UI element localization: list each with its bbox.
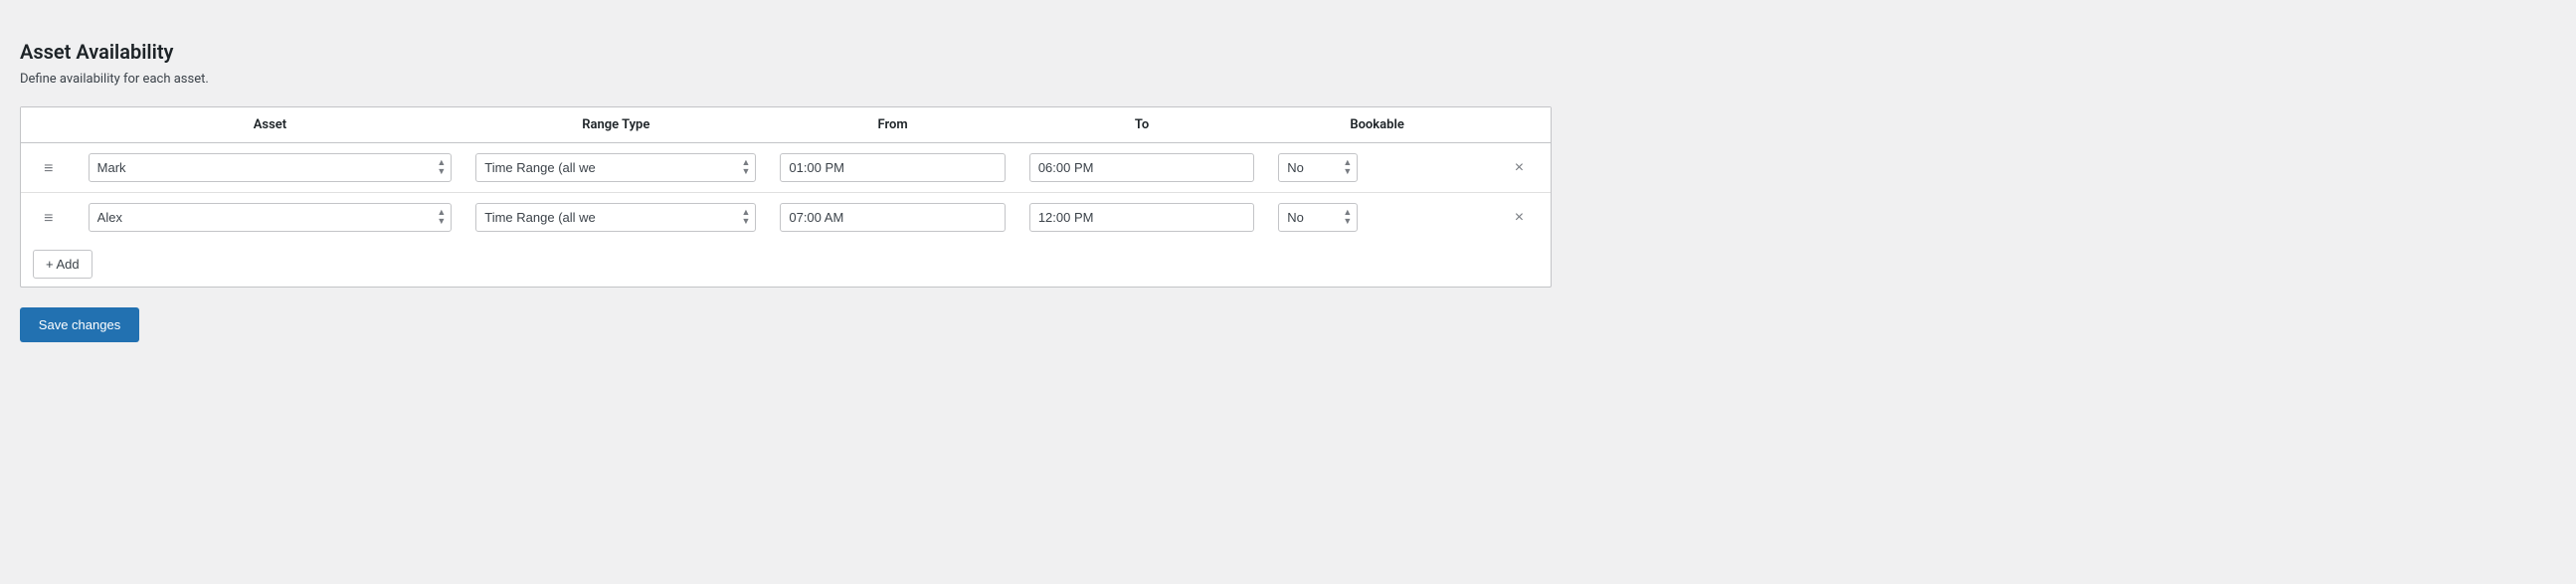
bookable-cell: NoYes▲▼: [1266, 193, 1488, 243]
bookable-select-row-2[interactable]: NoYes: [1278, 203, 1358, 232]
asset-cell: MarkAlexJordanTaylor▲▼: [77, 143, 464, 193]
delete-cell: ×: [1488, 193, 1551, 243]
header-from: From: [768, 107, 1016, 143]
add-button[interactable]: + Add: [33, 250, 92, 279]
bookable-select-row-1[interactable]: NoYes: [1278, 153, 1358, 182]
to-cell: [1017, 143, 1266, 193]
header-range-type: Range Type: [463, 107, 768, 143]
from-input-row-1[interactable]: [780, 153, 1005, 182]
from-cell: [768, 193, 1016, 243]
page-container: Asset Availability Define availability f…: [20, 20, 1552, 362]
delete-button-row-1[interactable]: ×: [1509, 158, 1530, 178]
add-cell: + Add: [21, 242, 1551, 287]
from-input-row-2[interactable]: [780, 203, 1005, 232]
from-cell: [768, 143, 1016, 193]
to-input-row-2[interactable]: [1029, 203, 1254, 232]
add-row: + Add: [21, 242, 1551, 287]
availability-table-container: Asset Range Type From To Bookable ≡ MarkA…: [20, 106, 1552, 288]
drag-handle-cell: ≡: [21, 193, 77, 243]
range-type-cell: Time Range (all weDate RangeSpecific Day…: [463, 143, 768, 193]
range-type-cell: Time Range (all weDate RangeSpecific Day…: [463, 193, 768, 243]
header-bookable: Bookable: [1266, 107, 1488, 143]
asset-cell: MarkAlexJordanTaylor▲▼: [77, 193, 464, 243]
header-drag: [21, 107, 77, 143]
drag-handle-icon[interactable]: ≡: [44, 158, 53, 178]
drag-handle-icon[interactable]: ≡: [44, 208, 53, 228]
delete-cell: ×: [1488, 143, 1551, 193]
header-asset: Asset: [77, 107, 464, 143]
range-type-select-row-1[interactable]: Time Range (all weDate RangeSpecific Day…: [475, 153, 756, 182]
header-to: To: [1017, 107, 1266, 143]
table-row: ≡ MarkAlexJordanTaylor▲▼ Time Range (all w…: [21, 193, 1551, 243]
table-row: ≡ MarkAlexJordanTaylor▲▼ Time Range (all w…: [21, 143, 1551, 193]
to-cell: [1017, 193, 1266, 243]
delete-button-row-2[interactable]: ×: [1509, 208, 1530, 228]
save-changes-button[interactable]: Save changes: [20, 307, 139, 342]
header-delete: [1488, 107, 1551, 143]
page-subtitle: Define availability for each asset.: [20, 72, 1552, 87]
page-title: Asset Availability: [20, 40, 1552, 64]
table-header-row: Asset Range Type From To Bookable: [21, 107, 1551, 143]
range-type-select-row-2[interactable]: Time Range (all weDate RangeSpecific Day…: [475, 203, 756, 232]
availability-table: Asset Range Type From To Bookable ≡ MarkA…: [21, 107, 1551, 287]
asset-select-row-1[interactable]: MarkAlexJordanTaylor: [89, 153, 453, 182]
drag-handle-cell: ≡: [21, 143, 77, 193]
to-input-row-1[interactable]: [1029, 153, 1254, 182]
bookable-cell: NoYes▲▼: [1266, 143, 1488, 193]
table-body: ≡ MarkAlexJordanTaylor▲▼ Time Range (all w…: [21, 143, 1551, 243]
asset-select-row-2[interactable]: MarkAlexJordanTaylor: [89, 203, 453, 232]
